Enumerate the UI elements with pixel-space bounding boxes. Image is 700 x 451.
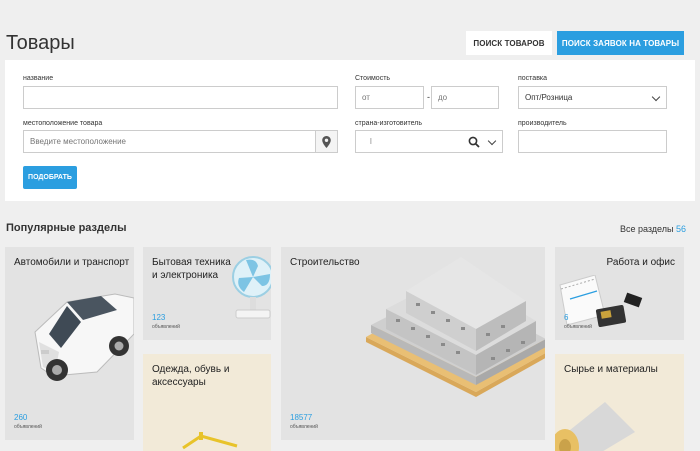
location-label: местоположение товара [23,120,103,127]
card-count-label: объявлений [290,424,318,430]
card-title: Строительство [290,257,360,268]
card-count: 260 [14,413,28,422]
category-card-construction[interactable]: Строительство 18577 объявлений [281,247,545,440]
tab-search-requests[interactable]: ПОИСК ЗАЯВОК НА ТОВАРЫ [557,31,684,55]
card-count: 6 [564,313,569,322]
price-from-field[interactable] [355,86,424,109]
card-count: 123 [152,313,166,322]
map-pin-icon [322,135,331,148]
maker-field[interactable] [518,130,667,153]
price-separator: - [427,92,430,102]
tab-search-goods[interactable]: ПОИСК ТОВАРОВ [466,31,552,55]
country-label: страна-изготовитель [355,120,423,127]
card-count-label: объявлений [152,324,180,330]
name-field[interactable] [23,86,338,109]
card-count-label: объявлений [564,324,592,330]
card-count: 18577 [290,413,313,422]
office-illustration [559,275,643,327]
price-label: Стоимость [355,75,391,82]
submit-button[interactable]: ПОДОБРАТЬ [23,166,77,189]
card-title: Одежда, обувь и аксессуары [152,364,230,388]
chevron-down-icon [651,92,661,102]
section-title: Популярные разделы [6,222,127,234]
category-card-materials[interactable]: Сырье и материалы [555,354,684,451]
all-sections-count: 56 [675,224,686,234]
search-icon[interactable] [468,136,480,148]
all-sections-label: Все разделы [619,224,674,234]
card-title: Сырье и материалы [564,364,658,375]
chevron-down-icon [487,136,497,146]
category-card-cars[interactable]: Автомобили и транспорт 260 объявлений [5,247,134,440]
delivery-select[interactable]: Опт/Розница [518,86,667,109]
location-input[interactable] [30,137,310,146]
name-label: название [23,75,54,82]
price-to-field[interactable] [431,86,499,109]
category-card-clothing[interactable]: Одежда, обувь и аксессуары [143,354,271,451]
location-field[interactable] [23,130,338,153]
price-from-input[interactable] [362,93,423,102]
car-illustration [34,293,134,381]
page-title: Товары [6,32,75,54]
category-card-office[interactable]: Работа и офис 6 объявлений [555,247,684,340]
delivery-label: поставка [518,75,548,82]
name-input[interactable] [30,93,337,102]
location-button[interactable] [315,131,337,152]
card-title: Бытовая техника и электроника [152,257,231,281]
hanger-illustration [182,432,238,450]
card-title: Автомобили и транспорт [14,257,130,268]
category-card-electronics[interactable]: Бытовая техника и электроника 123 объявл… [143,247,271,340]
roll-illustration [555,402,635,451]
card-count-label: объявлений [14,424,42,430]
maker-input[interactable] [525,137,666,146]
card-title: Работа и офис [606,257,675,268]
price-to-input[interactable] [438,93,498,102]
country-value: l [370,137,372,146]
fan-illustration [232,256,271,319]
country-select[interactable]: l [355,130,503,153]
delivery-value: Опт/Розница [525,93,573,102]
all-sections-link[interactable]: Все разделы 56 [620,224,686,234]
maker-label: производитель [518,120,567,127]
bricks-illustration [366,257,545,397]
